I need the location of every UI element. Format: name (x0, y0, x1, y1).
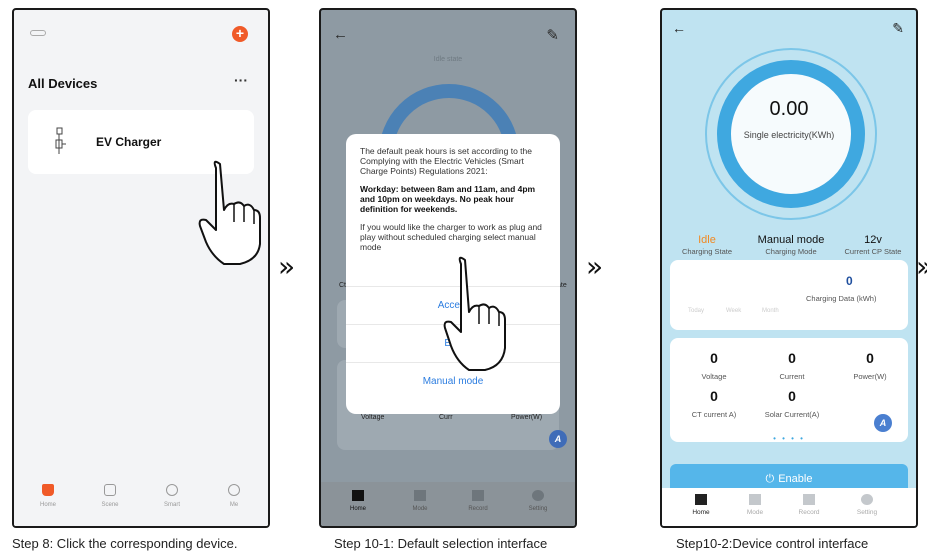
metric-power: 0 Power(W) (853, 350, 887, 381)
edit-icon[interactable]: ✎ (892, 20, 904, 37)
single-electricity-label: Single electricity(KWh) (743, 130, 835, 140)
gear-icon (532, 490, 544, 501)
pointing-hand-icon (443, 256, 506, 371)
bg-label: Voltage (361, 414, 385, 421)
metrics-card: 0 Voltage 0 Current 0 Power(W) 0 CT current … (670, 338, 908, 442)
auto-badge[interactable]: A (549, 430, 567, 448)
add-device-button[interactable]: + (232, 26, 248, 42)
smart-icon (166, 484, 178, 496)
tab-mode[interactable]: Mode (395, 490, 445, 512)
gear-icon (861, 494, 873, 505)
stat-charging-mode: Manual mode Charging Mode (757, 234, 825, 256)
home-selector-icon[interactable] (30, 30, 46, 36)
tab-scene[interactable]: Scene (90, 484, 130, 508)
dialog-intro: The default peak hours is set according … (360, 146, 532, 176)
profile-icon (228, 484, 240, 496)
metric-current: 0 Current (779, 350, 805, 381)
faint-day-label: Month (762, 308, 779, 314)
mode-icon (414, 490, 426, 501)
top-bar: + (28, 24, 254, 44)
caption-step-10-2: Step10-2:Device control interface (676, 536, 869, 551)
tab-smart[interactable]: Smart (152, 484, 192, 508)
tab-record[interactable]: Record (453, 490, 503, 512)
mode-icon (749, 494, 761, 505)
tab-setting[interactable]: Setting (842, 494, 892, 516)
metric-solar-current: 0 Solar Current(A) (764, 388, 820, 419)
single-electricity-value: 0.00 (769, 98, 809, 120)
step-arrow-2: » (586, 250, 604, 283)
tab-me[interactable]: Me (214, 484, 254, 508)
power-icon: ⏻ (765, 472, 775, 485)
bottom-tab-bar: Home Scene Smart Me (14, 476, 268, 526)
phone-peak-hours-dialog: ← ✎ Idle state Ct ate Voltage Curr Power… (319, 8, 577, 528)
phone-device-control: ← ✎ 0.00 Single electricity(KWh) Idle Ch… (660, 8, 918, 528)
bg-label: Ct (339, 282, 346, 289)
back-arrow-icon[interactable]: ← (672, 20, 686, 36)
dialog-workday: Workday: between 8am and 11am, and 4pm a… (360, 184, 536, 214)
metric-voltage: 0 Voltage (701, 350, 727, 381)
bottom-tab-bar: Home Mode Record Setting (662, 488, 916, 526)
tab-record[interactable]: Record (784, 494, 834, 516)
tab-home[interactable]: Home (28, 484, 68, 508)
caption-step-10-1: Step 10-1: Default selection interface (334, 536, 548, 551)
charging-data-card[interactable]: 0 Charging Data (kWh) Today Week Month (670, 260, 908, 330)
home-icon (352, 490, 364, 501)
top-bar: ← ✎ (672, 20, 906, 38)
phone-device-list: + All Devices ··· EV Charger Home Scene … (12, 8, 270, 528)
page-title: All Devices (28, 76, 98, 91)
page-dots[interactable]: • • • • (662, 434, 916, 443)
dialog-manual-hint: If you would like the charger to work as… (360, 222, 542, 252)
scene-icon (104, 484, 116, 496)
more-options-button[interactable]: ··· (234, 72, 248, 88)
bg-label: Power(W) (511, 414, 543, 421)
tab-mode[interactable]: Mode (730, 494, 780, 516)
charging-data-value: 0 (846, 274, 853, 288)
tab-setting[interactable]: Setting (513, 490, 563, 512)
step-arrow-1: » (278, 250, 296, 283)
edit-icon[interactable]: ✎ (546, 26, 559, 44)
record-icon (472, 490, 484, 501)
record-icon (803, 494, 815, 505)
bottom-tab-bar: Home Mode Record Setting (321, 482, 575, 526)
pointing-hand-icon (198, 160, 261, 265)
home-icon (695, 494, 707, 505)
manual-mode-button[interactable]: Manual mode (346, 376, 560, 387)
home-icon (42, 484, 54, 496)
enable-label: Enable (778, 473, 813, 485)
step-arrow-3: » (916, 250, 927, 283)
faint-header: Idle state (433, 56, 463, 63)
stat-cp-state: 12v Current CP State (844, 234, 902, 256)
stat-charging-state: Idle Charging State (681, 234, 733, 256)
back-arrow-icon[interactable]: ← (333, 26, 348, 43)
bg-label: Curr (439, 414, 453, 421)
auto-badge[interactable]: A (874, 414, 892, 432)
faint-day-label: Week (726, 308, 742, 314)
faint-day-label: Today (688, 308, 705, 314)
charging-data-label: Charging Data (kWh) (806, 294, 877, 303)
metric-ct-current: 0 CT current A) (691, 388, 737, 419)
caption-step-8: Step 8: Click the corresponding device. (12, 536, 238, 551)
tab-home[interactable]: Home (676, 494, 726, 516)
device-name: EV Charger (96, 135, 162, 149)
top-bar: ← ✎ (333, 26, 563, 46)
ev-charger-icon (55, 127, 66, 154)
tab-home[interactable]: Home (333, 490, 383, 512)
